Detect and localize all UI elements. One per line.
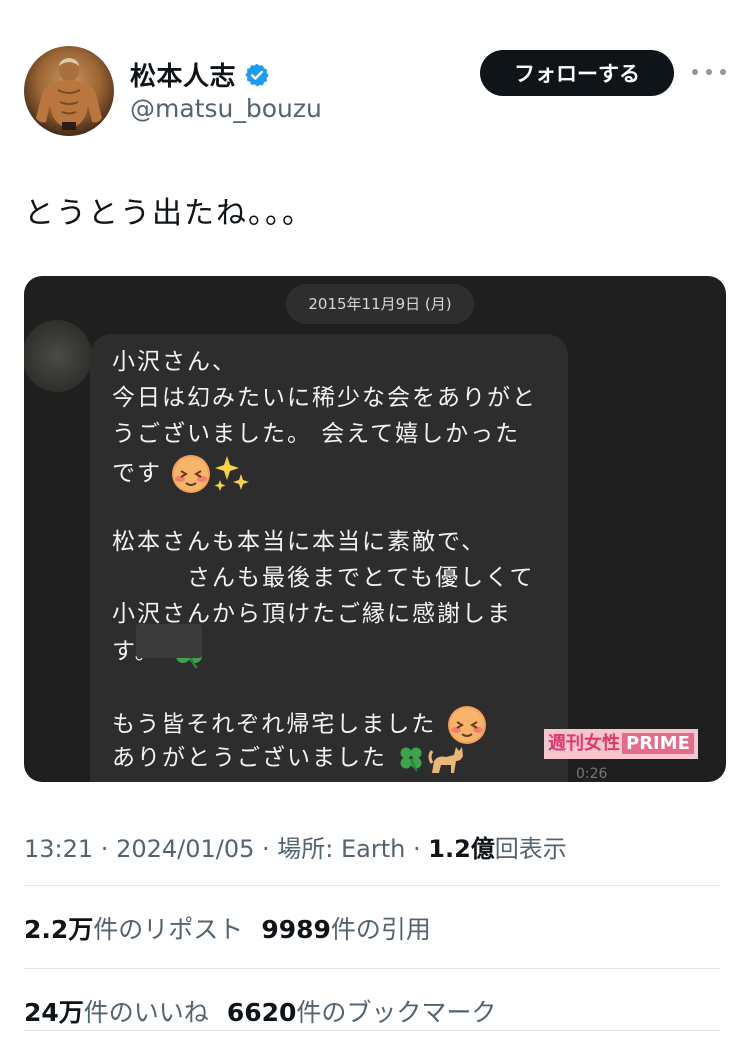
verified-badge-icon xyxy=(245,63,269,86)
views-label: 回表示 xyxy=(494,835,567,863)
likes-count: 24万 xyxy=(24,998,84,1027)
message-line: です xyxy=(112,460,162,487)
clover-and-cat-icon xyxy=(400,746,464,773)
display-name[interactable]: 松本人志 xyxy=(130,56,236,93)
author-handle[interactable]: @matsu_bouzu xyxy=(130,94,322,123)
bookmarks-stat[interactable]: 6620件のブックマーク xyxy=(227,998,497,1027)
publisher-watermark: 週刊女性 PRIME xyxy=(544,729,698,759)
quotes-label: 件の引用 xyxy=(330,915,431,944)
tweet-text: とうとう出たね。。。 xyxy=(24,196,314,231)
message-line: 今日は幻みたいに稀少な会をありがと xyxy=(112,385,537,411)
reposts-count: 2.2万 xyxy=(24,915,94,944)
message-line: うございました。 会えて嬉しかった xyxy=(112,421,521,447)
avatar-image xyxy=(36,58,102,130)
quotes-count: 9989 xyxy=(261,915,331,944)
message-line: ありがとうございました xyxy=(112,745,387,771)
quotes-stat[interactable]: 9989件の引用 xyxy=(261,915,431,944)
meta-separator: · xyxy=(254,835,278,863)
tweet-header: 松本人志 @matsu_bouzu フォローする xyxy=(24,46,726,138)
message-line: 小沢さん、 xyxy=(112,349,237,375)
stats-row-likes: 24万件のいいね 6620件のブックマーク xyxy=(24,993,496,1029)
bookmarks-count: 6620 xyxy=(226,998,297,1027)
avatar[interactable] xyxy=(24,46,114,136)
divider xyxy=(24,1030,720,1031)
divider xyxy=(24,885,720,886)
redacted-name-box xyxy=(136,624,202,658)
video-duration: 0:26 xyxy=(576,766,608,782)
smiling-face-and-sparkles-icon xyxy=(172,455,250,493)
views-count: 1.2億 xyxy=(428,835,495,863)
stats-row-reposts: 2.2万件のリポスト 9989件の引用 xyxy=(24,910,431,946)
bookmarks-label: 件のブックマーク xyxy=(296,998,497,1027)
more-dot xyxy=(720,69,726,75)
more-dot xyxy=(706,69,712,75)
watermark-brand: PRIME xyxy=(622,733,694,754)
message-line: さんも最後までとても優しくて xyxy=(112,565,535,591)
tweet-location: 場所: Earth xyxy=(277,835,406,863)
media-attachment[interactable]: 2015年11月9日 (月) 小沢さん、 今日は幻みたいに稀少な会をありがと う… xyxy=(24,276,726,782)
tweet-meta: 13:21 · 2024/01/05 · 場所: Earth · 1.2億回表示 xyxy=(24,829,567,864)
tweet-time[interactable]: 13:21 xyxy=(24,835,93,863)
reposts-stat[interactable]: 2.2万件のリポスト xyxy=(24,915,243,944)
likes-stat[interactable]: 24万件のいいね xyxy=(24,998,209,1027)
reposts-label: 件のリポスト xyxy=(93,915,244,944)
message-line-with-emoji: です xyxy=(112,452,251,493)
author-name-row: 松本人志 xyxy=(130,56,270,93)
more-options-icon[interactable] xyxy=(692,60,726,84)
message-line: もう皆それぞれ帰宅しました xyxy=(112,711,437,738)
message-line-with-emoji: ありがとうございました xyxy=(112,740,466,776)
tweet-date[interactable]: 2024/01/05 xyxy=(116,835,254,863)
watermark-text: 週刊女性 xyxy=(548,733,620,754)
follow-button[interactable]: フォローする xyxy=(480,50,674,96)
meta-separator: · xyxy=(405,835,429,863)
message-line-with-emoji: もう皆それぞれ帰宅しました xyxy=(112,704,488,744)
divider xyxy=(24,968,720,969)
meta-separator: · xyxy=(93,835,117,863)
message-line: 松本さんも本当に本当に素敵で、 xyxy=(112,529,487,555)
more-dot xyxy=(692,69,698,75)
likes-label: 件のいいね xyxy=(83,998,209,1027)
chat-date-chip: 2015年11月9日 (月) xyxy=(286,284,474,324)
blurred-sender-avatar xyxy=(24,320,92,392)
